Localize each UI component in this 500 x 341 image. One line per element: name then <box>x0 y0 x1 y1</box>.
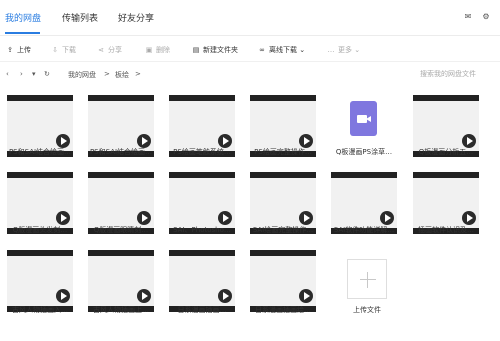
chevron-down-icon: ⌄ <box>352 46 361 54</box>
new-folder-label: 新建文件夹 <box>203 46 238 54</box>
file-thumbnail[interactable] <box>250 250 316 312</box>
file-name[interactable]: Q板漫画分析五… <box>409 147 483 157</box>
play-icon <box>137 211 151 225</box>
file-name[interactable]: PS和SAI结合绘画… <box>3 147 77 157</box>
search-input[interactable]: 搜索我的网盘文件 <box>412 68 496 81</box>
file-name[interactable]: 插画软件认识及… <box>409 225 483 235</box>
chevron-down-icon: ⌄ <box>297 46 306 54</box>
upload-file-label[interactable]: 上传文件 <box>330 305 404 315</box>
upload-icon: ⇪ <box>7 46 13 54</box>
file-name[interactable]: 日系漫画插画… <box>165 305 239 315</box>
tab-my-drive[interactable]: 我的网盘 <box>5 11 41 24</box>
file-name[interactable]: PS绘画笔触系统… <box>165 147 239 157</box>
play-icon <box>218 289 232 303</box>
mail-icon[interactable]: ✉ <box>463 12 473 22</box>
play-icon <box>218 211 232 225</box>
link-icon: ∞ <box>259 46 265 54</box>
play-icon <box>56 289 70 303</box>
file-name[interactable]: SAI软件功能详解… <box>327 225 401 235</box>
settings-icon[interactable]: ⚙ <box>481 12 491 22</box>
download-label: 下载 <box>62 46 76 54</box>
share-label: 分享 <box>108 46 122 54</box>
upload-button[interactable]: ⇪ 上传 <box>5 45 31 55</box>
path-bar: ‹ › ▾ ↻ 我的网盘 > 板绘 > 搜索我的网盘文件 <box>0 64 500 86</box>
file-name[interactable]: 古风人物插画入… <box>3 305 77 315</box>
video-file-icon[interactable] <box>350 101 377 136</box>
play-icon <box>299 211 313 225</box>
download-icon: ⇩ <box>52 46 58 54</box>
trash-icon: ▣ <box>145 46 153 54</box>
offline-download-button[interactable]: ∞ 离线下载 ⌄ <box>257 45 305 55</box>
new-folder-button[interactable]: ▤ 新建文件夹 <box>191 45 238 55</box>
forward-icon[interactable]: › <box>20 70 23 78</box>
delete-label: 删除 <box>156 46 170 54</box>
play-icon <box>137 134 151 148</box>
play-icon <box>462 211 476 225</box>
active-tab-indicator <box>5 32 40 34</box>
play-icon <box>380 211 394 225</box>
refresh-icon[interactable]: ↻ <box>44 70 50 78</box>
tab-friend-share[interactable]: 好友分享 <box>118 11 154 24</box>
play-icon <box>299 134 313 148</box>
offline-download-label: 离线下载 <box>269 46 297 54</box>
file-name[interactable]: SAI、Photosho… <box>165 225 239 235</box>
download-button[interactable]: ⇩ 下载 <box>50 45 76 55</box>
breadcrumb-separator: > <box>104 70 110 78</box>
breadcrumb-separator: > <box>135 70 141 78</box>
file-name[interactable]: Q版漫画眼睛刻… <box>84 225 158 235</box>
file-thumbnail[interactable] <box>169 250 235 312</box>
file-name[interactable]: Q版漫画头发刻… <box>3 225 77 235</box>
share-icon: ⋖ <box>98 46 104 54</box>
play-icon <box>56 211 70 225</box>
breadcrumb-root[interactable]: 我的网盘 <box>68 70 96 80</box>
plus-icon <box>367 272 368 288</box>
file-name[interactable]: 日系漫画插画绘… <box>246 305 320 315</box>
toolbar: ⇪ 上传 ⇩ 下载 ⋖ 分享 ▣ 删除 ▤ 新建文件夹 ∞ 离线下载 ⌄ … 更多 ⌄ <box>0 38 500 62</box>
upload-file-button[interactable] <box>347 259 387 299</box>
tab-transfer-list[interactable]: 传输列表 <box>62 11 98 24</box>
play-icon <box>462 134 476 148</box>
breadcrumb-current[interactable]: 板绘 <box>115 70 129 80</box>
play-icon <box>299 289 313 303</box>
file-thumbnail[interactable] <box>88 250 154 312</box>
camera-lens-icon <box>366 116 371 122</box>
play-icon <box>137 289 151 303</box>
top-navigation: 我的网盘 传输列表 好友分享 ✉ ⚙ <box>0 0 500 36</box>
file-name[interactable]: PS和SAI结合绘画… <box>84 147 158 157</box>
play-icon <box>56 134 70 148</box>
delete-button[interactable]: ▣ 删除 <box>144 45 170 55</box>
back-icon[interactable]: ‹ <box>6 70 9 78</box>
more-icon: … <box>327 46 335 54</box>
file-name[interactable]: Q板漫画PS涂草… <box>327 147 401 157</box>
more-button[interactable]: … 更多 ⌄ <box>326 45 361 55</box>
more-label: 更多 <box>338 46 352 54</box>
play-icon <box>218 134 232 148</box>
share-button[interactable]: ⋖ 分享 <box>96 45 122 55</box>
file-name[interactable]: 古风人物插画上… <box>84 305 158 315</box>
folder-plus-icon: ▤ <box>192 46 200 54</box>
upload-label: 上传 <box>17 46 31 54</box>
plus-icon <box>360 279 376 280</box>
history-dropdown-icon[interactable]: ▾ <box>32 70 36 78</box>
file-thumbnail[interactable] <box>7 250 73 312</box>
file-name[interactable]: PS绘画完整操作… <box>246 147 320 157</box>
file-name[interactable]: SAI绘画完整操作… <box>246 225 320 235</box>
